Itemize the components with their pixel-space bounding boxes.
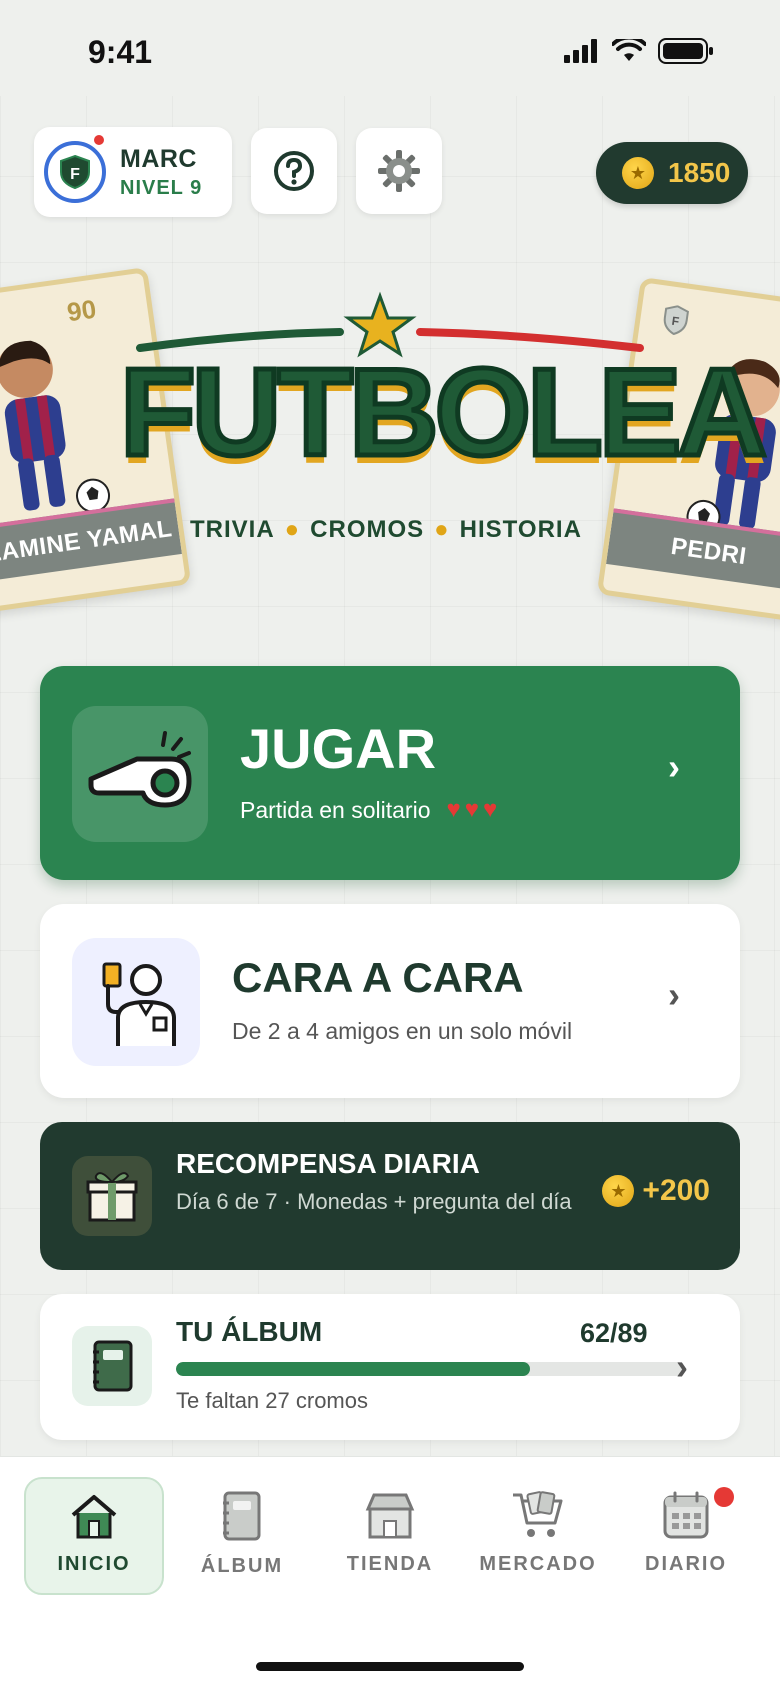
coin-icon: ★ xyxy=(602,1175,635,1207)
play-card[interactable]: JUGAR Partida en solitario ♥♥♥ › xyxy=(40,666,740,880)
chevron-right-icon: › xyxy=(676,1346,688,1387)
lives-hearts: ♥♥♥ xyxy=(446,796,502,823)
gear-icon xyxy=(378,150,420,192)
play-subtitle: Partida en solitario xyxy=(240,796,431,823)
nav-label: INICIO xyxy=(57,1553,131,1575)
svg-text:F: F xyxy=(70,166,80,183)
album-subtitle: Te faltan 27 cromos xyxy=(176,1388,368,1413)
album-icon-box xyxy=(72,1326,152,1406)
tagline-historia: HISTORIA xyxy=(459,516,582,543)
reward-subtitle: Día 6 de 7 · Monedas + pregunta del día xyxy=(176,1189,572,1214)
play-title: JUGAR xyxy=(240,717,437,780)
home-icon xyxy=(71,1495,117,1539)
nav-label: MERCADO xyxy=(479,1553,597,1575)
gift-icon-box xyxy=(72,1156,152,1236)
whistle-icon xyxy=(88,731,192,808)
avatar: F xyxy=(44,141,106,203)
chevron-right-icon: › xyxy=(668,746,680,787)
nav-tienda[interactable]: TIENDA xyxy=(320,1477,460,1595)
whistle-icon-box xyxy=(72,706,208,842)
help-icon xyxy=(274,151,314,191)
play-subtitle-row: Partida en solitario ♥♥♥ xyxy=(240,796,501,824)
profile-name: MARC xyxy=(120,145,197,173)
wifi-icon xyxy=(612,39,646,61)
album-progress-fill xyxy=(176,1362,531,1376)
shop-icon xyxy=(365,1493,415,1539)
bottom-navigation: INICIO ÁLBUM TIENDA MERCADO DIARIO xyxy=(0,1456,780,1688)
reward-bonus: ★ +200 xyxy=(602,1174,710,1208)
signal-icon xyxy=(564,39,597,63)
daily-reward-card[interactable]: RECOMPENSA DIARIA Día 6 de 7 · Monedas +… xyxy=(40,1122,740,1270)
versus-card[interactable]: CARA A CARA De 2 a 4 amigos en un solo m… xyxy=(40,904,740,1098)
referee-icon xyxy=(102,962,176,1046)
coins-balance[interactable]: ★ 1850 xyxy=(596,142,748,204)
status-bar: 9:41 xyxy=(0,0,780,96)
coins-amount: 1850 xyxy=(668,157,731,188)
chevron-right-icon: › xyxy=(668,974,680,1015)
album-progress-bar xyxy=(176,1362,684,1376)
album-icon xyxy=(93,1340,133,1392)
logo-tagline: TRIVIA ● CROMOS ● HISTORIA xyxy=(190,516,582,543)
album-icon xyxy=(223,1491,261,1541)
notification-dot xyxy=(92,133,106,147)
album-count: 62/89 xyxy=(580,1318,648,1348)
album-title: TU ÁLBUM xyxy=(176,1316,323,1347)
reward-title: RECOMPENSA DIARIA xyxy=(176,1148,480,1179)
nav-album[interactable]: ÁLBUM xyxy=(172,1477,312,1595)
settings-button[interactable] xyxy=(356,128,442,214)
nav-inicio[interactable]: INICIO xyxy=(24,1477,164,1595)
referee-icon-box xyxy=(72,938,200,1066)
notification-dot xyxy=(714,1487,734,1507)
shield-icon: F xyxy=(60,154,90,190)
coin-icon: ★ xyxy=(622,157,654,189)
versus-title: CARA A CARA xyxy=(232,954,524,1001)
status-time: 9:41 xyxy=(88,34,153,70)
nav-mercado[interactable]: MERCADO xyxy=(468,1477,608,1595)
help-button[interactable] xyxy=(251,128,337,214)
profile-chip[interactable]: F MARC NIVEL 9 xyxy=(34,127,232,217)
nav-label: DIARIO xyxy=(645,1553,727,1575)
home-indicator xyxy=(256,1662,524,1671)
nav-label: ÁLBUM xyxy=(200,1555,284,1577)
nav-label: TIENDA xyxy=(346,1553,434,1575)
app-logo: FUTBOLEA TRIVIA ● CROMOS ● HISTORIA xyxy=(100,290,770,550)
logo-wordmark: FUTBOLEA xyxy=(117,342,769,485)
album-progress-card[interactable]: TU ÁLBUM 62/89 Te faltan 27 cromos › xyxy=(40,1294,740,1440)
reward-bonus-amount: +200 xyxy=(642,1174,710,1207)
calendar-icon xyxy=(663,1491,709,1539)
profile-level: NIVEL 9 xyxy=(120,177,203,199)
cart-icon xyxy=(513,1491,563,1537)
battery-icon xyxy=(658,38,713,64)
versus-subtitle: De 2 a 4 amigos en un solo móvil xyxy=(232,1018,573,1044)
tagline-trivia: TRIVIA xyxy=(190,516,275,543)
nav-diario[interactable]: DIARIO xyxy=(616,1477,756,1595)
gift-icon xyxy=(86,1172,138,1222)
status-icons xyxy=(564,38,714,64)
tagline-cromos: CROMOS xyxy=(310,516,425,543)
